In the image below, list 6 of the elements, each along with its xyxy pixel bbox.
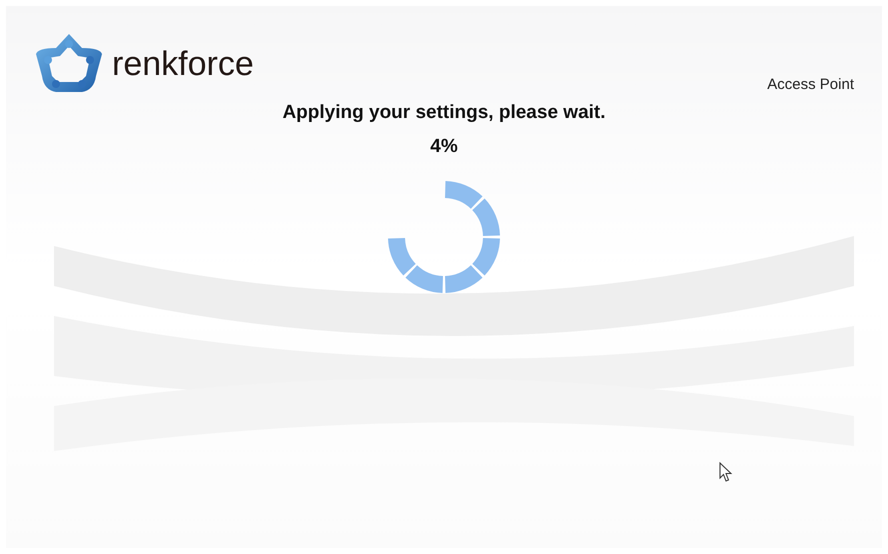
progress-percent: 4% xyxy=(430,135,458,159)
brand-name: renkforce xyxy=(112,47,254,81)
mouse-cursor-icon xyxy=(719,462,733,483)
status-message: Applying your settings, please wait. xyxy=(282,100,606,124)
loading-spinner-icon xyxy=(387,180,501,294)
mode-label: Access Point xyxy=(767,75,854,95)
